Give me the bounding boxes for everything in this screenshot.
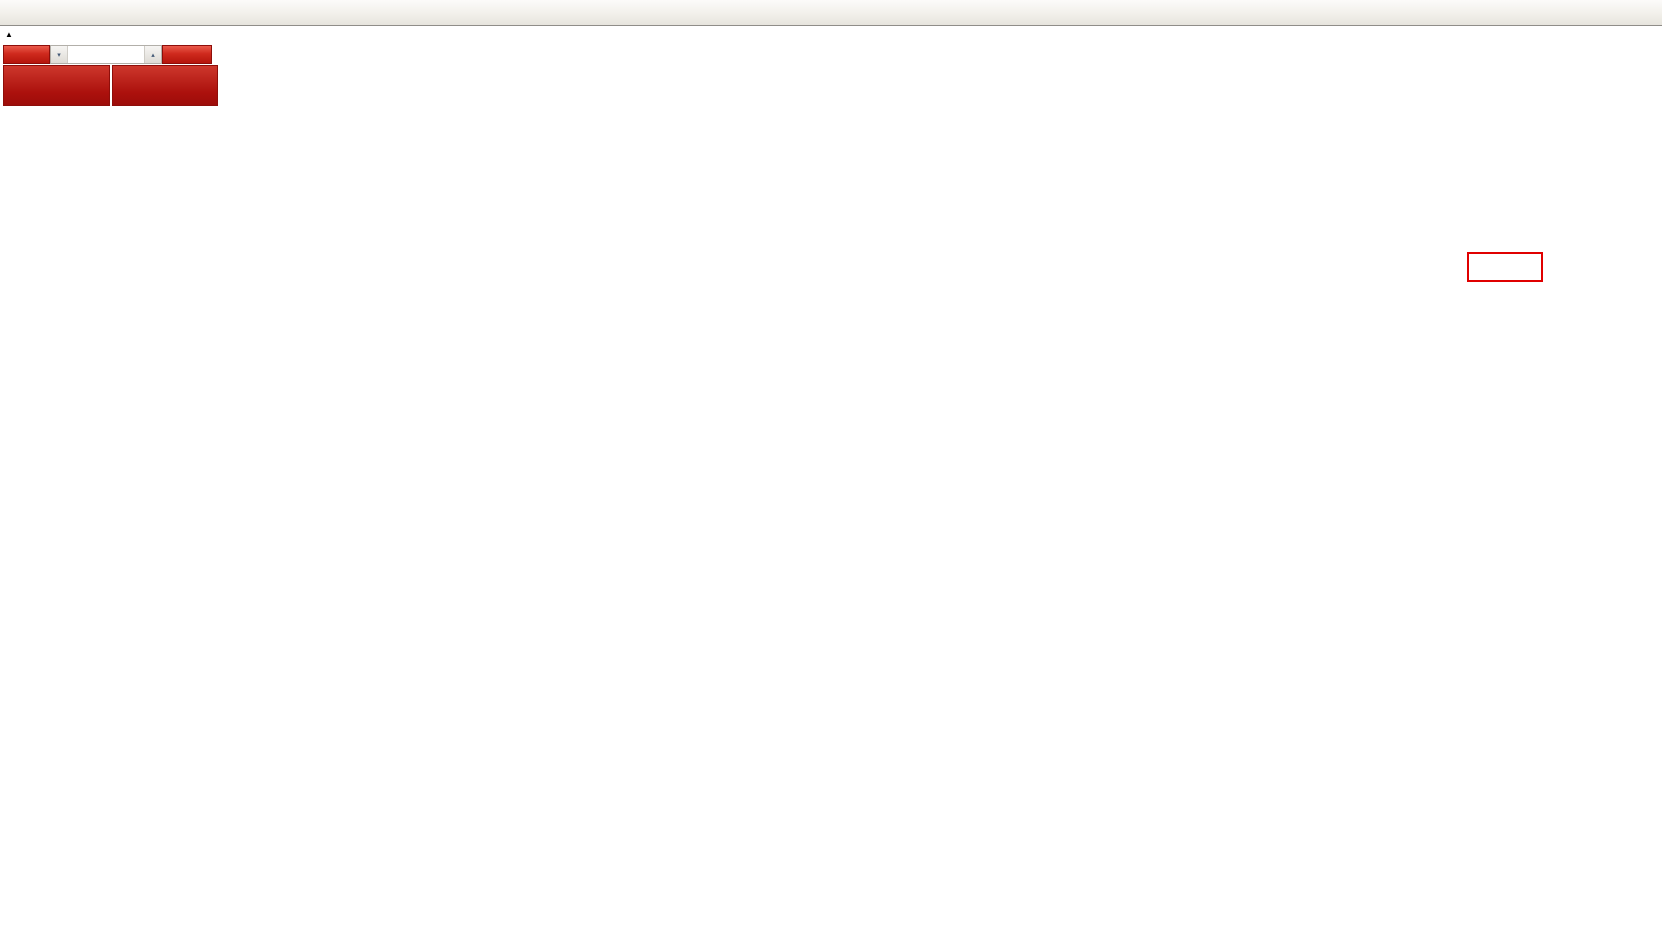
one-click-controls: ▾ ▴ [3,45,218,64]
volume-decrease-button[interactable]: ▾ [51,46,68,63]
volume-input[interactable] [68,46,144,63]
one-click-prices [3,65,218,106]
macd-label [4,582,12,594]
price-callout-box[interactable] [1467,252,1543,282]
toolbar [0,0,1662,26]
rsi-label [4,754,8,766]
volume-stepper: ▾ ▴ [50,45,162,64]
buy-price-display[interactable] [112,65,219,106]
sell-price-display[interactable] [3,65,110,106]
buy-button[interactable] [162,45,212,64]
one-click-collapse-icon[interactable]: ▲ [5,30,13,39]
chart-canvas[interactable] [0,0,1662,947]
volume-increase-button[interactable]: ▴ [144,46,161,63]
sell-button[interactable] [3,45,50,64]
chart-title: ▲ [5,29,23,41]
one-click-trading-panel: ▾ ▴ [3,45,218,106]
